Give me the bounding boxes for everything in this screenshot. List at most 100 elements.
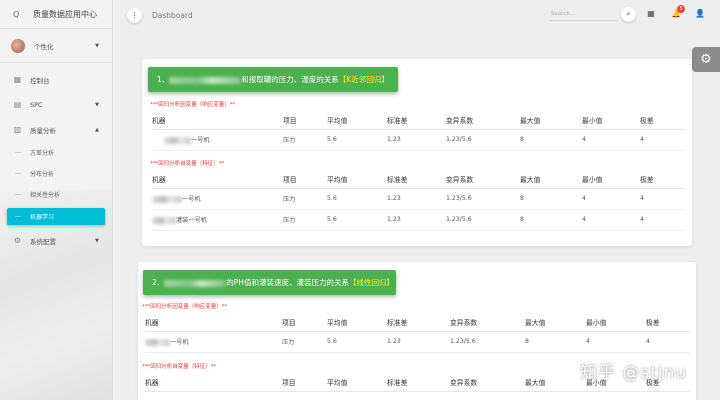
column-header: 最大值: [525, 373, 586, 392]
dash-icon: —: [15, 213, 21, 220]
sidebar-subitem-correlation[interactable]: — 相关性分析: [0, 184, 112, 205]
column-header: 最小值: [582, 170, 640, 189]
redacted-text: [152, 216, 176, 224]
top-bar: ⋮ Dashboard Search... ⌕ ▦ 🔔 5 👤: [113, 0, 720, 30]
search-input[interactable]: Search...: [550, 9, 618, 21]
table-cell: 1.23: [387, 129, 446, 151]
table-cell: 4: [640, 188, 685, 210]
column-header: 标准差: [387, 111, 446, 130]
sidebar-item-spc[interactable]: ▤ SPC ▼: [0, 92, 112, 117]
brand-title: 质量数据应用中心: [33, 9, 97, 19]
chevron-down-icon: ▼: [95, 42, 99, 49]
sidebar-subitem-variance[interactable]: — 方差分析: [0, 142, 112, 163]
table-cell: 8: [520, 209, 582, 231]
sidebar-item-label: SPC: [30, 100, 43, 109]
table-header-row: 机器 项目 平均值 标准差 变异系数 最大值 最小值 极差: [152, 170, 685, 189]
grid-icon[interactable]: ▦: [646, 9, 656, 19]
sidebar-item-label: 控制台: [30, 76, 50, 85]
sidebar-item-label: 系统配置: [30, 237, 56, 246]
settings-gear-icon[interactable]: ⚙: [692, 47, 720, 72]
table-cell: 8: [520, 188, 582, 210]
brand[interactable]: Q 质量数据应用中心: [0, 0, 112, 29]
table-cell: 4: [582, 209, 640, 231]
column-header: 机器: [145, 373, 282, 392]
table-cell: 1.23/5.6: [450, 331, 525, 353]
chart-icon: ▤: [13, 100, 22, 109]
response-variable-title: ***回归分析因变量（响应变量）**: [142, 304, 228, 310]
brand-logo: Q: [13, 9, 20, 19]
heading-number: 2、: [152, 278, 165, 287]
table-cell: 5.6: [327, 209, 387, 231]
heading-number: 1、: [157, 75, 170, 84]
column-header: 最大值: [525, 313, 586, 332]
heading-text: 的PH值和灌装速度、灌装压力的关系: [226, 278, 349, 287]
table-cell: 4: [646, 331, 690, 353]
table-cell: 5.6: [327, 129, 387, 151]
table-cell: 4: [640, 129, 685, 151]
sidebar-subitem-label: 分布分析: [30, 171, 55, 178]
response-table: 机器 项目 平均值 标准差 变异系数 最大值 最小值 极差 一号机 压力 5.6…: [152, 111, 685, 151]
chevron-down-icon: ▼: [95, 101, 99, 108]
table-cell: 8: [520, 129, 582, 151]
sidebar-subitem-label: 相关性分析: [30, 192, 61, 199]
table-cell: 5.6: [327, 188, 387, 210]
column-header: 平均值: [327, 313, 387, 332]
dash-icon: —: [15, 170, 21, 177]
sidebar-subitem-distribution[interactable]: — 分布分析: [0, 163, 112, 184]
column-header: 平均值: [327, 170, 387, 189]
table-row: 一号机 压力 5.6 1.23 1.23/5.6 8 4 4: [152, 129, 685, 151]
table-cell: 5.6: [327, 331, 387, 353]
redacted-text: [164, 136, 191, 144]
sidebar-item-quality-analysis[interactable]: ▥ 质量分析 ▲: [0, 117, 112, 142]
feature-variable-title: ***回归分析自变量（特征）**: [142, 364, 217, 370]
person-icon[interactable]: 👤: [695, 9, 705, 19]
table-cell: 压力: [283, 129, 327, 151]
table-cell: 灌装一号机: [152, 209, 283, 231]
redacted-text: [152, 195, 182, 203]
table-cell: 1.23: [387, 188, 446, 210]
chevron-down-icon: ▼: [95, 237, 99, 244]
feature-variable-title: ***回归分析自变量（特征）**: [150, 161, 225, 167]
response-variable-title: ***回归分析因变量（响应变量）**: [150, 102, 236, 108]
notification-badge: 5: [677, 5, 685, 13]
table-header-row: 机器 项目 平均值 标准差 变异系数 最大值 最小值 极差: [145, 313, 690, 332]
column-header: 极差: [640, 111, 685, 130]
table-cell: 1.23/5.6: [446, 129, 520, 151]
table-cell: 压力: [283, 209, 327, 231]
column-header: 标准差: [387, 373, 450, 392]
analysis-card-1: 1、 和报取罐的压力、温度的关系【K近邻回归】 ***回归分析因变量（响应变量）*…: [142, 59, 692, 246]
heading-method: 【K近邻回归】: [338, 75, 389, 84]
redacted-text: [169, 76, 242, 84]
table-row: 一号机 压力 5.6 1.23 1.23/5.6 8 4 4: [145, 331, 690, 353]
column-header: 变异系数: [450, 373, 525, 392]
chevron-up-icon: ▲: [95, 126, 99, 133]
column-header: 项目: [282, 373, 327, 392]
card-heading: 1、 和报取罐的压力、温度的关系【K近邻回归】: [148, 67, 398, 92]
table-cell: 压力: [282, 331, 327, 353]
user-menu[interactable]: 个性化 ▼: [0, 29, 112, 63]
table-cell: 一号机: [145, 331, 282, 353]
redacted-text: [164, 279, 227, 287]
table-cell: 1.23: [387, 331, 450, 353]
column-header: 机器: [145, 313, 282, 332]
sidebar-subitem-label: 方差分析: [30, 150, 55, 157]
more-vertical-icon[interactable]: ⋮: [127, 7, 142, 23]
user-name: 个性化: [34, 42, 54, 51]
dash-icon: —: [15, 191, 21, 198]
sidebar-item-dashboard[interactable]: ▦ 控制台: [0, 67, 112, 92]
dash-icon: —: [15, 149, 21, 156]
table-cell: 一号机: [152, 188, 283, 210]
table-cell: 1.23: [387, 209, 446, 231]
heading-method: 【线性回归】: [348, 278, 394, 287]
column-header: 最小值: [582, 111, 640, 130]
sidebar: Q 质量数据应用中心 个性化 ▼ ▦ 控制台 ▤ SPC ▼ ▥ 质量分析 ▲ …: [0, 0, 113, 400]
sidebar-subitem-machine-learning[interactable]: — 机器学习: [7, 208, 105, 225]
watermark: 知乎 @stjnu: [580, 363, 688, 383]
column-header: 极差: [640, 170, 685, 189]
search-icon[interactable]: ⌕: [621, 7, 636, 22]
response-table: 机器 项目 平均值 标准差 变异系数 最大值 最小值 极差 一号机 压力 5.6…: [145, 313, 690, 353]
table-cell: 4: [640, 209, 685, 231]
feature-table: 机器 项目 平均值 标准差 变异系数 最大值 最小值 极差 一号机 压力 5.6…: [152, 170, 685, 231]
column-header: 项目: [282, 313, 327, 332]
sidebar-item-system-config[interactable]: ⚙ 系统配置 ▼: [0, 228, 112, 253]
